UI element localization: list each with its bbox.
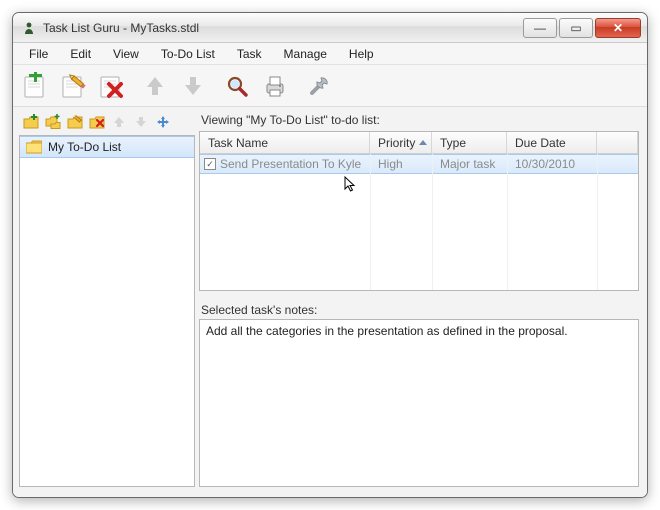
client-area: My To-Do List Viewing "My To-Do List" to… (13, 107, 647, 497)
move-down-button[interactable] (175, 68, 211, 104)
task-row[interactable]: ✓ Send Presentation To Kyle High Major t… (200, 154, 638, 174)
list-item-label: My To-Do List (48, 140, 121, 154)
new-task-button[interactable] (17, 68, 53, 104)
close-button[interactable]: ✕ (595, 18, 641, 38)
list-toolbar (19, 111, 195, 133)
toolbar-separator (213, 68, 217, 104)
col-header-priority[interactable]: Priority (370, 132, 432, 153)
grid-line (432, 154, 433, 290)
close-icon: ✕ (613, 21, 623, 35)
task-checkbox[interactable]: ✓ (204, 158, 216, 170)
toolbar-separator (131, 68, 135, 104)
task-grid[interactable]: Task Name Priority Type Due Date ✓ Send … (199, 131, 639, 291)
left-pane: My To-Do List (19, 111, 195, 487)
viewing-label: Viewing "My To-Do List" to-do list: (199, 111, 639, 131)
menu-task[interactable]: Task (227, 45, 272, 63)
notes-text: Add all the categories in the presentati… (206, 324, 568, 338)
app-icon (21, 20, 37, 36)
col-header-type[interactable]: Type (432, 132, 507, 153)
maximize-icon: ▭ (570, 21, 581, 35)
right-pane: Viewing "My To-Do List" to-do list: Task… (199, 111, 639, 487)
window-title: Task List Guru - MyTasks.stdl (43, 21, 523, 35)
edit-task-button[interactable] (55, 68, 91, 104)
delete-list-button[interactable] (87, 112, 107, 132)
grid-line (597, 154, 598, 290)
list-item-selected[interactable]: My To-Do List (20, 136, 194, 158)
grid-line (370, 154, 371, 290)
notes-label: Selected task's notes: (199, 301, 639, 319)
menu-todo[interactable]: To-Do List (151, 45, 225, 63)
col-header-name[interactable]: Task Name (200, 132, 370, 153)
mouse-cursor-icon (344, 176, 358, 194)
menu-file[interactable]: File (19, 45, 58, 63)
task-name-text: Send Presentation To Kyle (220, 157, 361, 171)
edit-list-button[interactable] (65, 112, 85, 132)
folder-icon (26, 140, 42, 154)
cell-task-name: ✓ Send Presentation To Kyle (200, 155, 370, 173)
cell-priority: High (370, 155, 432, 173)
main-toolbar (13, 65, 647, 107)
print-button[interactable] (257, 68, 293, 104)
list-up-button[interactable] (109, 112, 129, 132)
col-header-due[interactable]: Due Date (507, 132, 597, 153)
new-sublist-button[interactable] (43, 112, 63, 132)
settings-button[interactable] (301, 68, 337, 104)
minimize-icon: — (534, 21, 546, 35)
window-controls: — ▭ ✕ (523, 18, 641, 38)
notes-area[interactable]: Add all the categories in the presentati… (199, 319, 639, 487)
menu-view[interactable]: View (103, 45, 149, 63)
menu-edit[interactable]: Edit (60, 45, 101, 63)
list-down-button[interactable] (131, 112, 151, 132)
toolbar-separator (295, 68, 299, 104)
cell-due: 10/30/2010 (507, 155, 597, 173)
move-up-button[interactable] (137, 68, 173, 104)
minimize-button[interactable]: — (523, 18, 557, 38)
grid-body[interactable]: ✓ Send Presentation To Kyle High Major t… (200, 154, 638, 290)
cell-type: Major task (432, 155, 507, 173)
app-window: Task List Guru - MyTasks.stdl — ▭ ✕ File… (12, 12, 648, 498)
delete-task-button[interactable] (93, 68, 129, 104)
grid-line (507, 154, 508, 290)
maximize-button[interactable]: ▭ (559, 18, 593, 38)
col-header-spacer (597, 132, 638, 153)
list-move-button[interactable] (153, 112, 173, 132)
menu-bar: File Edit View To-Do List Task Manage He… (13, 43, 647, 65)
search-button[interactable] (219, 68, 255, 104)
menu-manage[interactable]: Manage (274, 45, 337, 63)
new-list-button[interactable] (21, 112, 41, 132)
title-bar[interactable]: Task List Guru - MyTasks.stdl — ▭ ✕ (13, 13, 647, 43)
menu-help[interactable]: Help (339, 45, 384, 63)
grid-header: Task Name Priority Type Due Date (200, 132, 638, 154)
list-tree[interactable]: My To-Do List (19, 135, 195, 487)
